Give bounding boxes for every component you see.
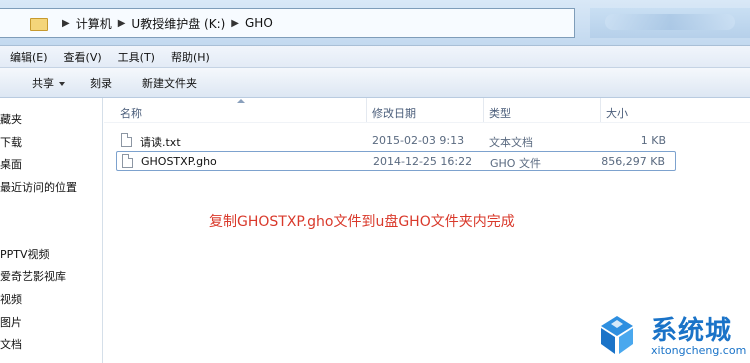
menu-help[interactable]: 帮助(H) <box>171 49 210 65</box>
column-divider[interactable] <box>483 98 484 122</box>
file-type: GHO 文件 <box>490 157 541 170</box>
column-header-size[interactable]: 大小 <box>606 105 628 121</box>
windows-logo-icon <box>601 316 633 354</box>
nav-item-documents[interactable]: 文档 <box>0 336 22 352</box>
column-divider[interactable] <box>366 98 367 122</box>
dropdown-caret-icon <box>59 81 65 86</box>
command-toolbar: 共享 刻录 新建文件夹 <box>0 68 750 98</box>
search-area-decoration <box>605 14 735 30</box>
header-separator <box>104 122 750 123</box>
file-size: 1 KB <box>640 134 666 147</box>
tutorial-annotation: 复制GHOSTXP.gho文件到u盘GHO文件夹内完成 <box>209 214 515 230</box>
menu-edit[interactable]: 编辑(E) <box>10 49 48 65</box>
breadcrumb-gho[interactable]: GHO <box>245 16 273 30</box>
address-bar[interactable]: ▶ 计算机 ▶ U教授维护盘 (K:) ▶ GHO <box>0 8 575 38</box>
file-size: 856,297 KB <box>601 155 665 168</box>
chevron-right-icon[interactable]: ▶ <box>118 18 126 29</box>
file-row-selected[interactable]: GHOSTXP.gho 2014-12-25 16:22 GHO 文件 856,… <box>116 151 676 171</box>
breadcrumb-drive[interactable]: U教授维护盘 (K:) <box>131 15 225 32</box>
chevron-right-icon[interactable]: ▶ <box>231 18 239 29</box>
nav-item-pictures[interactable]: 图片 <box>0 314 22 330</box>
watermark-title: 系统城 <box>651 316 733 346</box>
chevron-right-icon[interactable]: ▶ <box>62 18 70 29</box>
column-header-modified[interactable]: 修改日期 <box>372 105 416 121</box>
nav-item-favorites[interactable]: 藏夹 <box>0 111 22 127</box>
share-button[interactable]: 共享 <box>32 75 65 91</box>
folder-icon <box>30 16 48 31</box>
nav-item-downloads[interactable]: 下载 <box>0 134 22 150</box>
watermark-url: xitongcheng.com <box>651 344 747 357</box>
nav-item-iqiyi[interactable]: 爱奇艺影视库 <box>0 268 66 284</box>
sort-ascending-icon <box>237 99 245 103</box>
file-name: 请读.txt <box>140 136 181 149</box>
address-bar-region: ▶ 计算机 ▶ U教授维护盘 (K:) ▶ GHO <box>0 0 750 46</box>
column-header-type[interactable]: 类型 <box>489 105 511 121</box>
new-folder-button[interactable]: 新建文件夹 <box>142 75 197 91</box>
column-header-name[interactable]: 名称 <box>120 105 142 121</box>
watermark: 系统城 xitongcheng.com <box>593 306 750 363</box>
share-label: 共享 <box>32 76 54 90</box>
column-divider[interactable] <box>600 98 601 122</box>
file-row[interactable]: 请读.txt 2015-02-03 9:13 文本文档 1 KB <box>116 131 676 151</box>
menu-bar: 编辑(E) 查看(V) 工具(T) 帮助(H) <box>0 46 750 68</box>
file-type: 文本文档 <box>489 136 533 149</box>
burn-button[interactable]: 刻录 <box>90 75 112 91</box>
file-modified: 2015-02-03 9:13 <box>372 134 465 147</box>
text-file-icon <box>121 133 132 147</box>
nav-item-videos[interactable]: 视频 <box>0 291 22 307</box>
menu-view[interactable]: 查看(V) <box>64 49 102 65</box>
file-icon <box>122 154 133 168</box>
file-name: GHOSTXP.gho <box>141 155 217 168</box>
nav-item-recent-places[interactable]: 最近访问的位置 <box>0 179 77 195</box>
breadcrumb-computer[interactable]: 计算机 <box>76 15 112 32</box>
nav-item-desktop[interactable]: 桌面 <box>0 156 22 172</box>
file-modified: 2014-12-25 16:22 <box>373 155 473 168</box>
menu-tools[interactable]: 工具(T) <box>118 49 155 65</box>
navigation-pane: 藏夹 下载 桌面 最近访问的位置 PPTV视频 爱奇艺影视库 视频 图片 文档 <box>0 98 103 363</box>
nav-item-pptv[interactable]: PPTV视频 <box>0 246 50 262</box>
